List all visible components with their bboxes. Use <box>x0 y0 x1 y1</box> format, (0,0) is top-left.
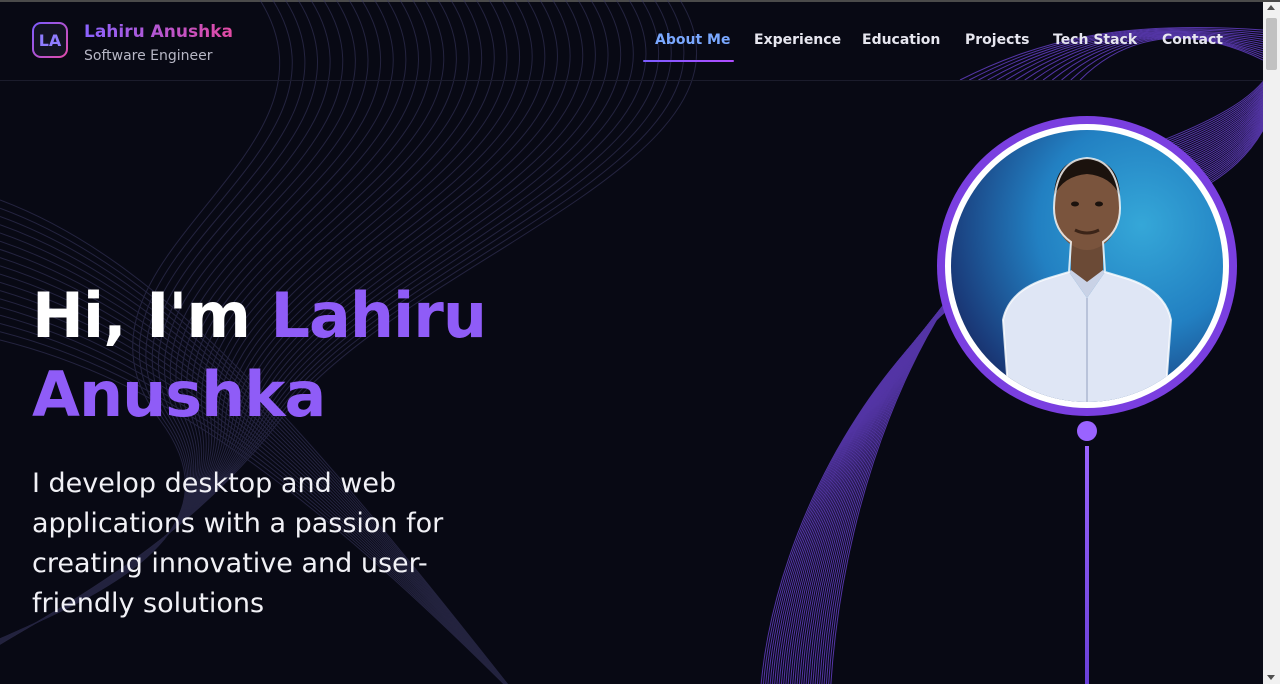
site-header: LA Lahiru Anushka Software Engineer Abou… <box>0 2 1263 81</box>
nav-education[interactable]: Education <box>862 32 940 48</box>
profile-photo-frame <box>937 116 1237 416</box>
profile-photo-border <box>945 124 1229 408</box>
vertical-scrollbar[interactable] <box>1263 2 1280 684</box>
hero-first-name: Lahiru <box>270 279 487 352</box>
timeline-dot <box>1077 421 1097 441</box>
hero-heading: Hi, I'm Lahiru Anushka <box>32 280 592 438</box>
main-nav: About Me Experience Education Projects T… <box>0 32 1263 72</box>
nav-tech-stack[interactable]: Tech Stack <box>1053 32 1137 48</box>
nav-projects[interactable]: Projects <box>965 32 1029 48</box>
timeline-line <box>1085 446 1089 684</box>
hero-description: I develop desktop and web applications w… <box>32 468 444 619</box>
hero-heading-line-1: Hi, I'm Lahiru <box>32 280 592 352</box>
hero-last-name: Anushka <box>32 358 326 431</box>
nav-active-underline <box>643 60 734 62</box>
hero-greeting: Hi, I'm <box>32 279 251 352</box>
scrollbar-thumb[interactable] <box>1266 18 1277 70</box>
nav-about-me[interactable]: About Me <box>655 32 730 48</box>
scroll-down-arrow-icon[interactable] <box>1267 675 1275 680</box>
nav-experience[interactable]: Experience <box>754 32 841 48</box>
person-silhouette-icon <box>1001 156 1173 402</box>
nav-contact[interactable]: Contact <box>1162 32 1223 48</box>
portfolio-page: LA Lahiru Anushka Software Engineer Abou… <box>0 0 1263 684</box>
profile-photo <box>951 130 1223 402</box>
scroll-up-arrow-icon[interactable] <box>1267 5 1275 10</box>
